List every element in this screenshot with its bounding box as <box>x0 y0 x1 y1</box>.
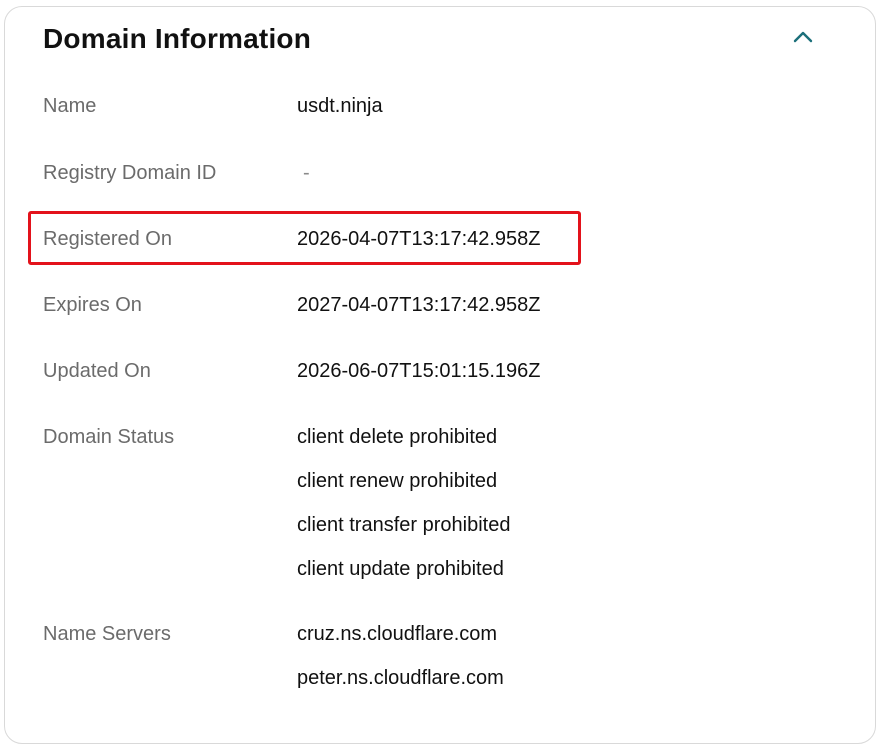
expires-on-label: Expires On <box>43 294 142 316</box>
domain-status-item: client transfer prohibited <box>297 514 511 536</box>
domain-information-card: Domain Information Name usdt.ninja Regis… <box>4 6 876 744</box>
registry-domain-id-value: - <box>303 162 310 184</box>
name-value: usdt.ninja <box>297 95 383 117</box>
registered-on-highlight-box <box>28 211 581 265</box>
expires-on-value: 2027-04-07T13:17:42.958Z <box>297 294 541 316</box>
name-server-item: peter.ns.cloudflare.com <box>297 667 504 689</box>
updated-on-value: 2026-06-07T15:01:15.196Z <box>297 360 541 382</box>
name-servers-list: cruz.ns.cloudflare.com peter.ns.cloudfla… <box>297 623 504 711</box>
name-label: Name <box>43 95 97 117</box>
domain-status-item: client update prohibited <box>297 558 504 580</box>
name-servers-label: Name Servers <box>43 623 171 645</box>
registry-domain-id-label: Registry Domain ID <box>43 162 217 184</box>
domain-status-item: client delete prohibited <box>297 426 498 448</box>
domain-status-item: client renew prohibited <box>297 470 498 492</box>
collapse-button[interactable] <box>791 25 815 49</box>
name-server-item: cruz.ns.cloudflare.com <box>297 623 498 645</box>
section-title: Domain Information <box>43 23 312 54</box>
chevron-up-icon <box>793 31 813 43</box>
domain-status-list: client delete prohibited client renew pr… <box>297 426 510 602</box>
domain-status-label: Domain Status <box>43 426 175 448</box>
updated-on-label: Updated On <box>43 360 151 382</box>
